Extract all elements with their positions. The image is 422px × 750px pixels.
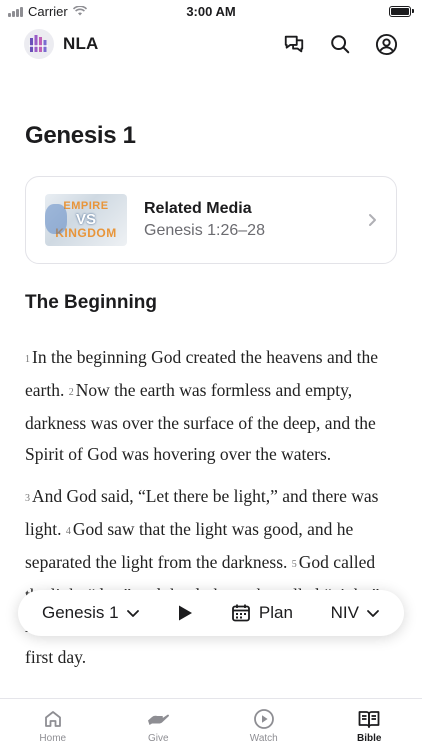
verse-number: 5 (291, 559, 297, 570)
chat-icon[interactable] (282, 32, 306, 56)
tab-watch[interactable]: Watch (211, 699, 317, 750)
media-thumbnail: EMPIRE VS KINGDOM (45, 194, 127, 246)
play-icon (179, 605, 193, 621)
tab-give[interactable]: Give (106, 699, 212, 750)
paragraph: 3 And God said, “Let there be light,” and… (25, 481, 397, 673)
church-logo-icon[interactable] (24, 29, 54, 59)
chevron-down-icon (367, 609, 379, 617)
chevron-down-icon (126, 609, 139, 617)
wifi-icon (72, 6, 87, 16)
calendar-icon (232, 604, 250, 622)
verse-number: 2 (68, 387, 74, 398)
app-name: NLA (63, 34, 99, 53)
tab-bible[interactable]: Bible (317, 699, 422, 750)
tab-home[interactable]: Home (0, 699, 106, 750)
related-media-title: Related Media (144, 200, 252, 217)
tab-label: Home (39, 733, 67, 744)
chevron-right-icon (369, 214, 376, 226)
verse-text[interactable]: Now the earth was formless and empty, da… (25, 380, 376, 464)
search-icon[interactable] (328, 32, 352, 56)
plan-button[interactable]: Plan (231, 603, 293, 623)
paragraph: 1 In the beginning God created the heaven… (25, 342, 397, 470)
version-label: NIV (330, 603, 359, 622)
reader-control-bar: Genesis 1 Plan NIV (18, 590, 404, 636)
profile-icon[interactable] (374, 32, 398, 56)
section-heading: The Beginning (25, 292, 157, 313)
signal-icon (8, 6, 23, 17)
play-audio-button[interactable] (177, 604, 193, 622)
chapter-title: Genesis 1 (25, 122, 136, 149)
carrier-label: Carrier (28, 3, 68, 19)
tab-label: Bible (357, 733, 382, 744)
chapter-selector-label: Genesis 1 (42, 603, 119, 622)
related-media-card[interactable]: EMPIRE VS KINGDOM Related Media Genesis … (25, 176, 397, 264)
related-media-reference: Genesis 1:26–28 (144, 222, 265, 239)
plan-label: Plan (258, 603, 293, 622)
verse-number: 3 (25, 493, 30, 504)
carrier-group: Carrier (8, 4, 87, 19)
status-bar: Carrier 3:00 AM (0, 0, 422, 22)
give-icon (147, 708, 170, 730)
verse-number: 4 (65, 526, 71, 537)
thumbnail-text-middle: VS (75, 211, 96, 228)
tab-label: Give (147, 733, 169, 744)
home-icon (42, 708, 64, 730)
battery-icon (389, 5, 414, 17)
tab-label: Watch (249, 733, 278, 744)
app-header: NLA (0, 26, 422, 62)
chapter-selector[interactable]: Genesis 1 (42, 603, 140, 623)
watch-icon (253, 708, 275, 730)
bible-icon (358, 708, 380, 730)
version-selector[interactable]: NIV (331, 603, 380, 623)
header-actions (282, 32, 398, 56)
verse-number: 1 (25, 354, 30, 365)
tab-bar: Home Give Watch Bible (0, 698, 422, 750)
